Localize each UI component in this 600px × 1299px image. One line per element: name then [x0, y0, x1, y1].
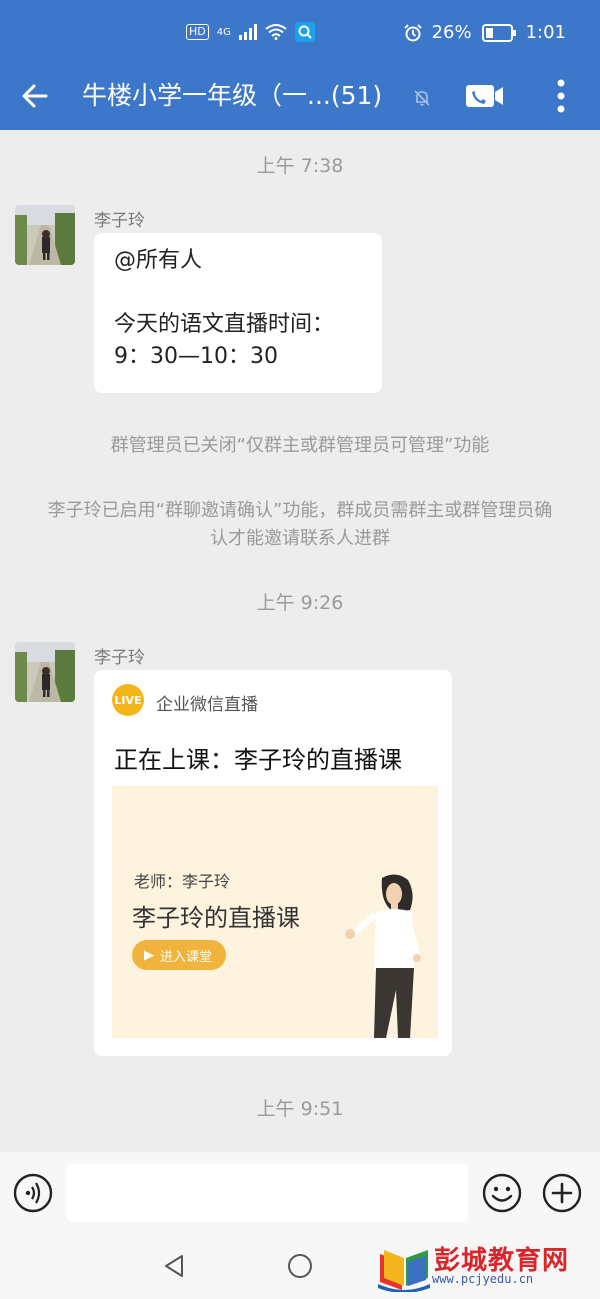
search-app-icon [294, 22, 315, 42]
avatar[interactable] [15, 642, 75, 702]
book-logo-icon [378, 1250, 430, 1292]
enter-classroom-label: 进入课堂 [160, 949, 213, 965]
nav-home-icon[interactable] [286, 1252, 314, 1280]
watermark: 彭城教育网 www.pcjyedu.cn [376, 1238, 582, 1294]
message-bubble[interactable]: @所有人 今天的语文直播时间： 9：30—10：30 [94, 233, 382, 393]
live-card[interactable]: LIVE 企业微信直播 正在上课：李子玲的直播课 老师：李子玲 李子玲的直播课 … [94, 670, 452, 1056]
chat-title[interactable]: 牛楼小学一年级（一...(51) [82, 79, 412, 113]
input-bar [0, 1152, 600, 1234]
timestamp: 上午 7:38 [256, 155, 344, 177]
banner-course: 李子玲的直播课 [132, 904, 300, 932]
voice-icon[interactable] [13, 1173, 53, 1213]
more-options-icon[interactable] [556, 78, 566, 114]
navigation-bar: 彭城教育网 www.pcjyedu.cn [0, 1234, 600, 1299]
timestamp: 上午 9:51 [256, 1098, 344, 1120]
avatar-photo [15, 642, 75, 702]
emoji-icon[interactable] [482, 1173, 522, 1213]
live-logo-icon: LIVE [112, 684, 144, 716]
live-banner[interactable]: 老师：李子玲 李子玲的直播课 ▶ 进入课堂 [112, 786, 438, 1038]
sender-name: 李子玲 [94, 648, 145, 668]
alarm-icon [403, 23, 422, 41]
status-left: HD 4G [186, 22, 315, 42]
battery-icon [481, 23, 516, 42]
enter-classroom-button[interactable]: ▶ 进入课堂 [132, 940, 227, 970]
play-icon: ▶ [144, 947, 154, 963]
mute-bell-icon [414, 90, 430, 106]
message-input[interactable] [66, 1164, 468, 1222]
clock: 1:01 [525, 22, 566, 43]
sender-name: 李子玲 [94, 211, 145, 231]
avatar[interactable] [15, 205, 75, 265]
plus-icon[interactable] [542, 1173, 582, 1213]
network-badge: HD [186, 24, 209, 40]
live-title: 正在上课：李子玲的直播课 [114, 746, 402, 774]
battery-percent: 26% [431, 22, 472, 43]
system-notice: 李子玲已启用“群聊邀请确认”功能，群成员需群主或群管理员确认才能邀请联系人进群 [47, 500, 553, 549]
teacher-illustration [345, 874, 421, 1038]
status-bar: HD 4G 26% 1:01 [0, 0, 600, 62]
nav-back-icon[interactable] [160, 1252, 188, 1280]
status-right: 26% 1:01 [403, 22, 566, 43]
live-source: 企业微信直播 [156, 695, 258, 715]
video-call-icon[interactable] [466, 84, 504, 108]
network-type: 4G [216, 26, 231, 38]
system-notice: 群管理员已关闭“仅群主或群管理员可管理”功能 [110, 435, 490, 456]
wifi-icon [265, 24, 287, 40]
signal-icon [238, 24, 257, 40]
banner-teacher: 老师：李子玲 [134, 872, 231, 891]
message-text: @所有人 今天的语文直播时间： 9：30—10：30 [114, 248, 335, 369]
avatar-photo [15, 205, 75, 265]
back-arrow-icon[interactable] [20, 82, 48, 110]
timestamp: 上午 9:26 [256, 592, 344, 614]
chat-header: 牛楼小学一年级（一...(51) [0, 62, 600, 130]
watermark-url: www.pcjyedu.cn [432, 1272, 534, 1286]
